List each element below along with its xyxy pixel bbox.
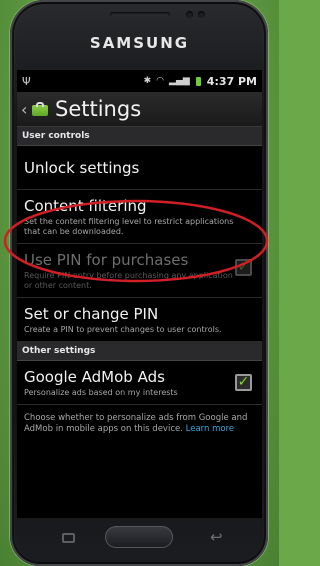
pin-purchases-checkbox[interactable]: ✓ <box>235 259 252 276</box>
shopping-bag-icon <box>32 102 48 116</box>
setting-label: Unlock settings <box>24 159 140 177</box>
setting-label: Set or change PIN <box>24 305 159 323</box>
status-bar: Ψ ✱ ◠ ▂▄▆ 4:37 PM <box>17 70 262 92</box>
back-key-icon[interactable]: ↩ <box>210 528 223 546</box>
earpiece <box>110 12 170 17</box>
screen: Ψ ✱ ◠ ▂▄▆ 4:37 PM ‹ Settings User contro… <box>17 70 262 518</box>
front-camera <box>186 11 193 18</box>
usb-icon: Ψ <box>22 74 31 88</box>
setting-content-filtering[interactable]: Content filtering Set the content filter… <box>17 190 262 244</box>
ads-info-text: Choose whether to personalize ads from G… <box>17 405 262 441</box>
admob-ads-checkbox[interactable]: ✓ <box>235 374 252 391</box>
page-title: Settings <box>55 97 142 121</box>
chevron-left-icon[interactable]: ‹ <box>21 100 30 119</box>
status-time: 4:37 PM <box>206 74 257 88</box>
setting-set-or-change-pin[interactable]: Set or change PIN Create a PIN to preven… <box>17 298 262 342</box>
section-header-other-settings: Other settings <box>17 342 262 361</box>
setting-label: Use PIN for purchases <box>24 251 189 269</box>
setting-google-admob-ads[interactable]: Google AdMob Ads Personalize ads based o… <box>17 361 262 405</box>
section-header-user-controls: User controls <box>17 127 262 146</box>
wifi-icon: ◠ <box>156 76 165 86</box>
learn-more-link[interactable]: Learn more <box>186 424 234 434</box>
setting-label: Google AdMob Ads <box>24 368 165 386</box>
setting-use-pin-for-purchases[interactable]: Use PIN for purchases Require PIN entry … <box>17 244 262 298</box>
battery-icon <box>195 76 201 86</box>
bluetooth-icon: ✱ <box>143 76 152 86</box>
setting-label: Content filtering <box>24 197 147 215</box>
setting-description: Require PIN entry before purchasing any … <box>24 271 233 290</box>
hardware-nav-bar: ↩ <box>10 522 268 558</box>
setting-description: Set the content filtering level to restr… <box>24 217 234 236</box>
home-button[interactable] <box>105 526 173 548</box>
menu-key-icon[interactable] <box>62 533 75 543</box>
setting-description: Create a PIN to prevent changes to user … <box>24 325 222 334</box>
setting-description: Personalize ads based on my interests <box>24 388 178 397</box>
action-bar[interactable]: ‹ Settings <box>17 92 262 127</box>
signal-icon: ▂▄▆ <box>169 76 190 86</box>
setting-unlock-settings[interactable]: Unlock settings <box>17 146 262 190</box>
brand-logo: SAMSUNG <box>89 34 190 52</box>
page-background: SAMSUNG Ψ ✱ ◠ ▂▄▆ 4:37 PM ‹ Settings Use… <box>0 0 279 566</box>
proximity-sensor <box>198 11 205 18</box>
